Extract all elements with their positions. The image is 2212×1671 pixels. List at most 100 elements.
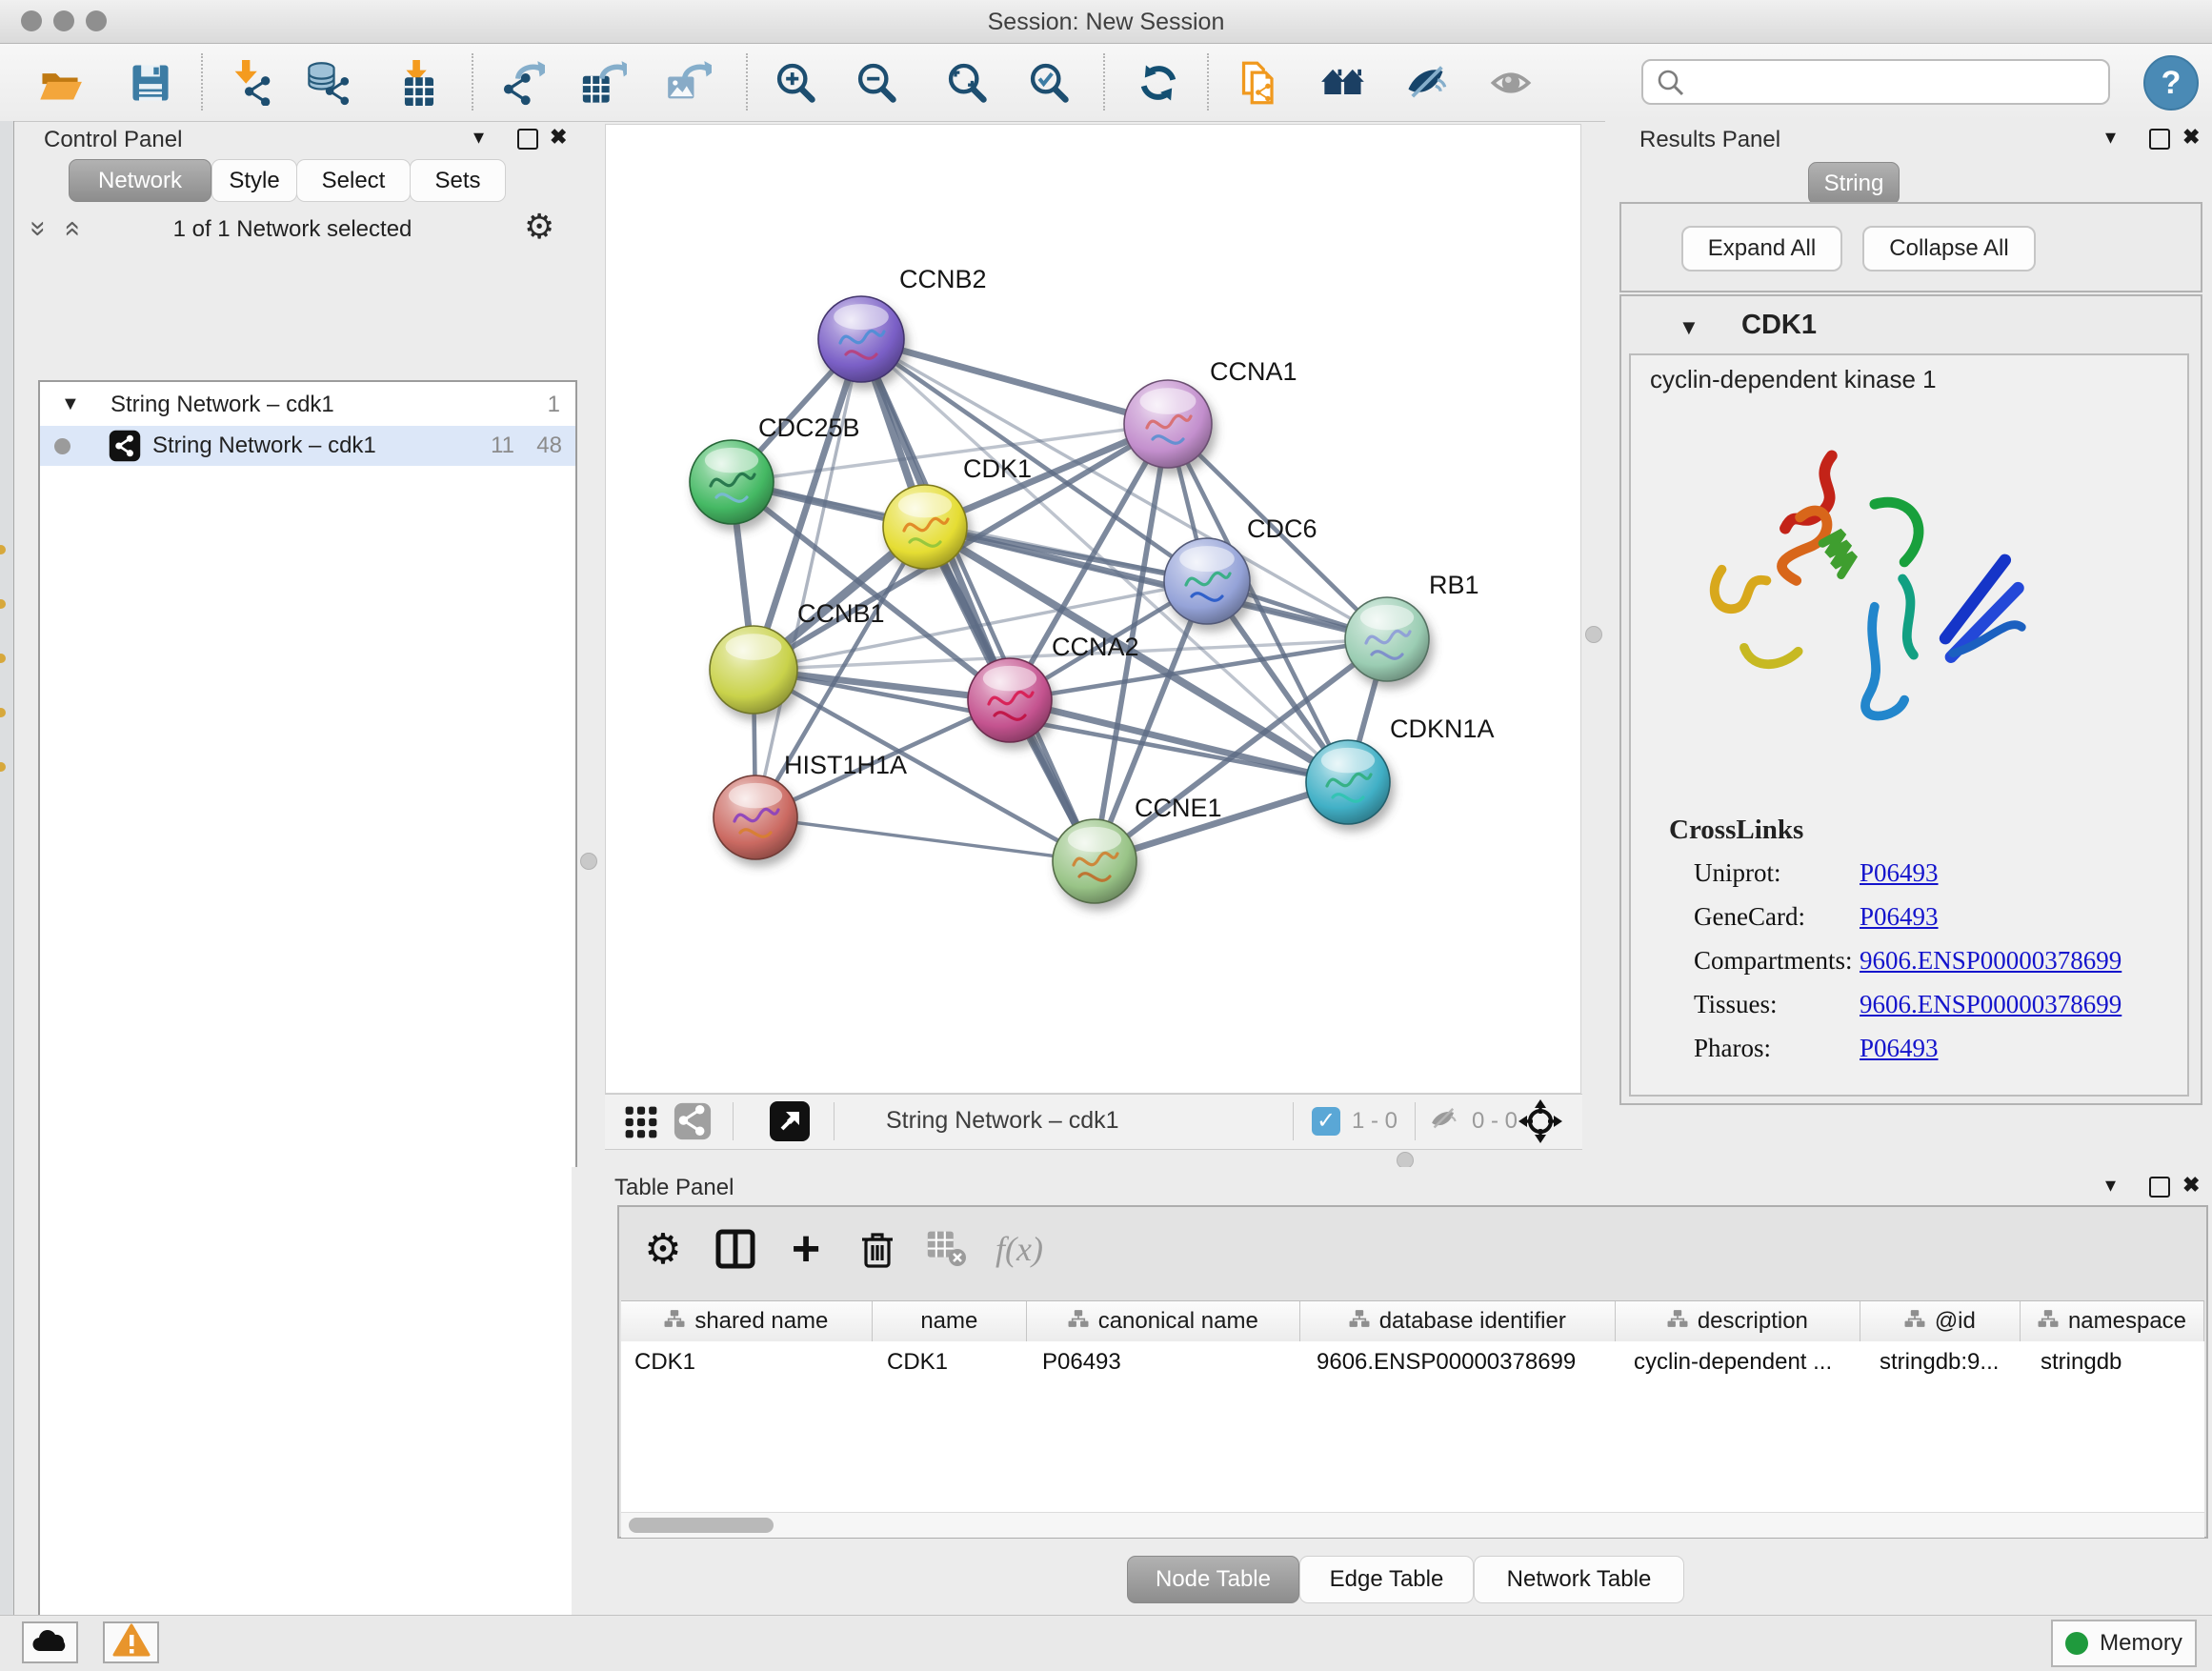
node-CDKN1A[interactable]: CDKN1A (1306, 715, 1495, 824)
column-header-namespace[interactable]: namespace (2021, 1301, 2204, 1341)
crosslink-row: Tissues: 9606.ENSP00000378699 (1631, 990, 2187, 1034)
tab-string[interactable]: String (1808, 162, 1900, 205)
network-status-dot (54, 438, 70, 454)
node-label-CCNB2: CCNB2 (899, 265, 987, 293)
warning-icon (112, 1623, 151, 1662)
application-window: Session: New Session ? Control Panel ▾ ✖… (0, 0, 2212, 1671)
column-header-description[interactable]: description (1616, 1301, 1860, 1341)
gene-collapse-icon[interactable]: ▼ (1679, 315, 1699, 340)
tab-network-table[interactable]: Network Table (1474, 1556, 1684, 1603)
import-network-icon[interactable] (221, 55, 276, 111)
hidden-counts: 0 - 0 (1472, 1108, 1518, 1135)
network-canvas[interactable]: CCNB2 CCNA1 CDC25B CDK1 CDC6 RB1 CCNB1 C… (605, 124, 1581, 1094)
column-type-icon (1667, 1308, 1688, 1335)
results-panel-float-icon[interactable] (2149, 129, 2170, 150)
collection-expand-icon[interactable]: ▼ (61, 393, 80, 415)
column-header-name[interactable]: name (873, 1301, 1027, 1341)
hidden-eye-icon (1428, 1104, 1462, 1143)
results-actions-box: Expand All Collapse All (1619, 202, 2202, 292)
export-network-icon[interactable] (494, 55, 550, 111)
detach-view-icon[interactable] (769, 1100, 811, 1147)
tab-node-table[interactable]: Node Table (1127, 1556, 1299, 1603)
crosslink-value-link[interactable]: P06493 (1860, 1034, 1939, 1063)
column-header-canonical-name[interactable]: canonical name (1027, 1301, 1300, 1341)
tab-style[interactable]: Style (211, 159, 297, 202)
import-network-database-icon[interactable] (300, 55, 355, 111)
node-HIST1H1A[interactable]: HIST1H1A (714, 751, 907, 859)
refresh-icon[interactable] (1131, 55, 1186, 111)
warning-button[interactable] (103, 1621, 159, 1663)
crosslink-value-link[interactable]: 9606.ENSP00000378699 (1860, 946, 2122, 976)
table-panel-close-icon[interactable]: ✖ (2182, 1173, 2200, 1198)
column-type-icon (2038, 1308, 2059, 1335)
import-table-icon[interactable] (388, 55, 443, 111)
fit-selected-crosshair-icon[interactable] (1518, 1098, 1563, 1149)
zoom-out-icon[interactable] (849, 55, 904, 111)
collapse-all-button[interactable]: Collapse All (1862, 226, 2036, 272)
hide-glass-icon[interactable] (1398, 55, 1454, 111)
search-icon (1655, 67, 1687, 104)
toolbar-separator (201, 53, 203, 111)
column-header-shared-name[interactable]: shared name (621, 1301, 873, 1341)
scrollbar-thumb[interactable] (629, 1518, 774, 1533)
network-node-count: 11 (491, 433, 514, 459)
split-panel-icon[interactable] (711, 1224, 760, 1274)
column-header--id[interactable]: @id (1860, 1301, 2021, 1341)
table-panel-collapse-icon[interactable]: ▾ (2105, 1173, 2116, 1198)
delete-column-icon[interactable] (854, 1224, 903, 1274)
string-view-icon[interactable] (674, 1102, 712, 1145)
table-body[interactable]: CDK1CDK1P064939606.ENSP00000378699cyclin… (621, 1341, 2204, 1512)
string-home-icon[interactable] (1316, 55, 1371, 111)
tab-edge-table[interactable]: Edge Table (1299, 1556, 1474, 1603)
zoom-in-icon[interactable] (768, 55, 823, 111)
crosslink-value-link[interactable]: P06493 (1860, 858, 1939, 888)
network-collection-row[interactable]: ▼ String Network – cdk1 1 (40, 386, 575, 426)
toolbar-separator (746, 53, 748, 111)
selected-indicator-checkbox[interactable]: ✓ (1312, 1107, 1340, 1136)
control-panel: Control Panel ▾ ✖ NetworkStyleSelectSets… (13, 121, 572, 1615)
show-glass-icon[interactable] (1483, 55, 1538, 111)
tab-select[interactable]: Select (296, 159, 411, 202)
help-button[interactable]: ? (2143, 55, 2199, 111)
crosslink-value-link[interactable]: P06493 (1860, 902, 1939, 932)
network-options-gear-icon[interactable]: ⚙ (524, 207, 554, 247)
control-panel-close-icon[interactable]: ✖ (550, 125, 567, 150)
node-RB1[interactable]: RB1 (1345, 571, 1479, 681)
zoom-selected-icon[interactable] (1021, 55, 1076, 111)
export-image-icon[interactable] (661, 55, 716, 111)
export-table-icon[interactable] (576, 55, 632, 111)
node-label-CCNA1: CCNA1 (1210, 357, 1297, 386)
open-session-icon[interactable] (32, 55, 88, 111)
left-splitter-handle[interactable] (580, 853, 597, 870)
crosslink-label: GeneCard: (1694, 902, 1805, 932)
memory-button[interactable]: Memory (2051, 1620, 2197, 1667)
main-toolbar: ? (0, 44, 2212, 122)
add-column-icon[interactable]: + (781, 1224, 831, 1274)
network-edge-count: 48 (536, 433, 562, 459)
control-panel-float-icon[interactable] (517, 129, 538, 150)
expand-all-button[interactable]: Expand All (1681, 226, 1842, 272)
table-header-row[interactable]: shared namenamecanonical namedatabase id… (621, 1300, 2204, 1342)
cloud-button[interactable] (22, 1621, 78, 1663)
column-settings-icon[interactable]: ⚙ (638, 1224, 688, 1274)
string-export-icon[interactable] (1233, 55, 1288, 111)
tab-sets[interactable]: Sets (410, 159, 506, 202)
column-type-icon (664, 1308, 685, 1335)
column-header-database-identifier[interactable]: database identifier (1300, 1301, 1616, 1341)
save-session-icon[interactable] (123, 55, 178, 111)
results-panel-close-icon[interactable]: ✖ (2182, 125, 2200, 150)
horizontal-scrollbar[interactable] (621, 1512, 2204, 1538)
tab-network[interactable]: Network (69, 159, 211, 202)
search-input[interactable] (1693, 65, 2097, 99)
control-panel-collapse-icon[interactable]: ▾ (473, 125, 484, 150)
network-row-selected[interactable]: String Network – cdk1 11 48 (40, 426, 575, 466)
results-panel-collapse-icon[interactable]: ▾ (2105, 125, 2116, 150)
table-panel-float-icon[interactable] (2149, 1177, 2170, 1198)
node-CCNA1[interactable]: CCNA1 (1124, 357, 1297, 468)
window-title: Session: New Session (0, 9, 2212, 36)
zoom-fit-icon[interactable] (939, 55, 995, 111)
crosslink-row: Compartments: 9606.ENSP00000378699 (1631, 946, 2187, 990)
crosslink-value-link[interactable]: 9606.ENSP00000378699 (1860, 990, 2122, 1019)
right-splitter-handle[interactable] (1585, 626, 1602, 643)
grid-view-icon[interactable] (622, 1103, 660, 1146)
